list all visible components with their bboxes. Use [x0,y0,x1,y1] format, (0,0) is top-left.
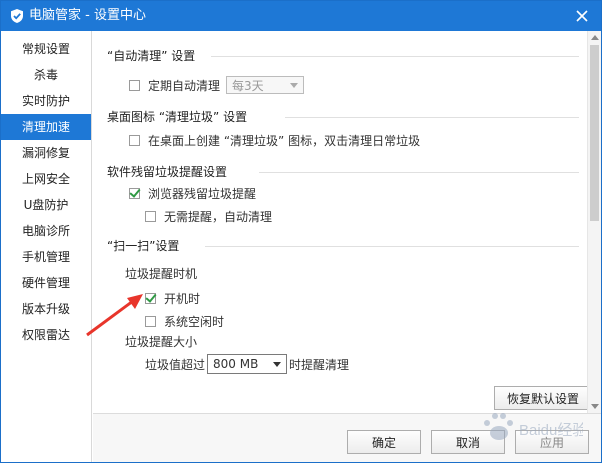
auto-clean-checkbox[interactable] [129,79,140,91]
threshold-select[interactable]: 800 MB [207,354,288,374]
startup-checkbox[interactable] [145,293,156,304]
section-title-auto-clean: “自动清理” 设置 [107,49,196,63]
cancel-button[interactable]: 取消 [431,430,505,454]
chevron-down-icon [273,361,282,367]
sidebar-nav: 常规设置 杀毒 实时防护 清理加速 漏洞修复 上网安全 U盘防护 电脑诊所 手机管理 硬件管理 版本… [1,31,91,348]
sidebar-item[interactable]: 版本升级 [1,296,91,322]
chevron-down-icon [290,82,299,88]
idle-checkbox[interactable] [145,316,156,327]
content-scrollbar[interactable] [587,31,601,413]
restore-default-button[interactable]: 恢复默认设置 [494,386,587,410]
scan-size-label: 垃圾提醒大小 [125,335,198,349]
sidebar-item[interactable]: U盘防护 [1,192,91,218]
desktop-icon-label: 在桌面上创建 “清理垃圾” 图标，双击清理日常垃圾 [148,134,421,148]
sidebar: 常规设置 杀毒 实时防护 清理加速 漏洞修复 上网安全 U盘防护 电脑诊所 手机管理 硬件管理 版本… [1,31,92,462]
scroll-up-icon[interactable] [591,35,599,40]
desktop-icon-row: 在桌面上创建 “清理垃圾” 图标，双击清理日常垃圾 [129,132,420,149]
auto-clean-label: 定期自动清理 [148,78,221,93]
scroll-down-icon[interactable] [591,404,599,409]
auto-clean-row: 定期自动清理 每3天 [129,76,305,94]
auto-clean-interval-value: 每3天 [232,78,264,93]
startup-label: 开机时 [164,292,201,306]
close-icon[interactable] [573,7,591,25]
auto-clean-interval-select[interactable]: 每3天 [226,76,305,94]
ok-button[interactable]: 确定 [347,430,421,454]
startup-row: 开机时 [145,290,200,307]
residual-row: 浏览器残留垃圾提醒 [129,185,256,202]
window-title: 电脑管家 - 设置中心 [29,8,146,23]
settings-content: “自动清理” 设置 定期自动清理 每3天 桌面图标 “清理垃圾” 设置 在桌面上… [93,31,587,413]
sidebar-item[interactable]: 权限雷达 [1,322,91,348]
idle-label: 系统空闲时 [164,315,225,329]
section-divider [211,56,579,57]
residual-label: 浏览器残留垃圾提醒 [148,187,257,201]
threshold-value: 800 MB [213,357,259,371]
sidebar-item[interactable]: 上网安全 [1,166,91,192]
auto-clean-sub-checkbox[interactable] [145,211,156,222]
section-title-scan: “扫一扫”设置 [107,239,180,253]
auto-clean-sub-row: 无需提醒，自动清理 [145,208,272,225]
sidebar-item[interactable]: 漏洞修复 [1,140,91,166]
sidebar-item[interactable]: 硬件管理 [1,270,91,296]
section-title-desktop-icon: 桌面图标 “清理垃圾” 设置 [107,110,248,124]
residual-checkbox[interactable] [129,188,140,199]
sidebar-item[interactable]: 杀毒 [1,62,91,88]
scan-timing-label: 垃圾提醒时机 [125,267,198,281]
section-divider [285,117,579,118]
threshold-prefix: 垃圾值超过 [145,357,206,372]
idle-row: 系统空闲时 [145,313,224,330]
section-divider [205,246,579,247]
sidebar-item[interactable]: 实时防护 [1,88,91,114]
auto-clean-sub-label: 无需提醒，自动清理 [164,210,273,224]
shield-icon [11,9,23,23]
desktop-icon-checkbox[interactable] [129,135,140,146]
section-divider [259,172,579,173]
apply-button[interactable]: 应用 [515,430,589,454]
sidebar-item[interactable]: 电脑诊所 [1,218,91,244]
threshold-row: 垃圾值超过 800 MB 时提醒清理 [145,354,349,374]
sidebar-item[interactable]: 常规设置 [1,36,91,62]
title-bar: 电脑管家 - 设置中心 [1,1,601,31]
settings-window: 电脑管家 - 设置中心 常规设置 杀毒 实时防护 清理加速 漏洞修复 上网安全 U盘防护 电脑… [0,0,602,463]
sidebar-item[interactable]: 手机管理 [1,244,91,270]
threshold-suffix: 时提醒清理 [289,357,350,372]
section-title-residual: 软件残留垃圾提醒设置 [107,165,228,179]
sidebar-item[interactable]: 清理加速 [1,114,91,140]
scrollbar-thumb[interactable] [590,45,599,221]
